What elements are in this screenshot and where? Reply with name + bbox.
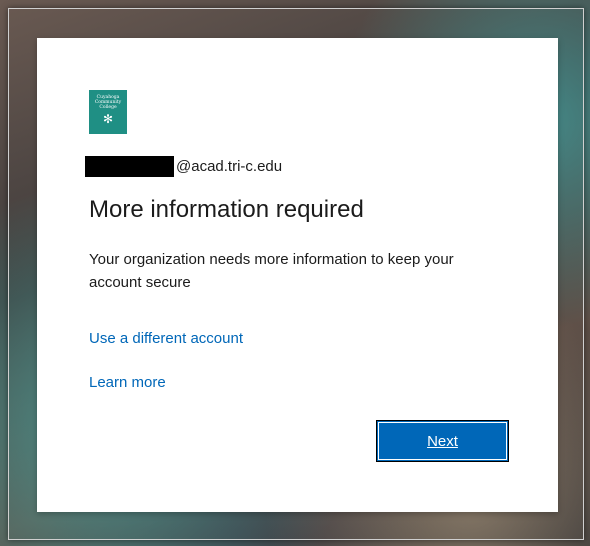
- redacted-username: [85, 155, 174, 177]
- next-button[interactable]: Next: [376, 420, 509, 462]
- account-identity: @acad.tri-c.edu: [85, 155, 282, 177]
- use-different-account-link[interactable]: Use a different account: [89, 330, 243, 347]
- college-logo: Cuyahoga Community College ✻: [89, 90, 127, 134]
- page-title: More information required: [89, 196, 364, 223]
- learn-more-link[interactable]: Learn more: [89, 374, 166, 391]
- snowflake-icon: ✻: [102, 112, 114, 126]
- logo-text: Cuyahoga Community College: [94, 95, 122, 110]
- email-suffix: @acad.tri-c.edu: [176, 157, 283, 175]
- description-text: Your organization needs more information…: [89, 251, 454, 291]
- sign-in-card: Cuyahoga Community College ✻ @acad.tri-c…: [37, 38, 558, 512]
